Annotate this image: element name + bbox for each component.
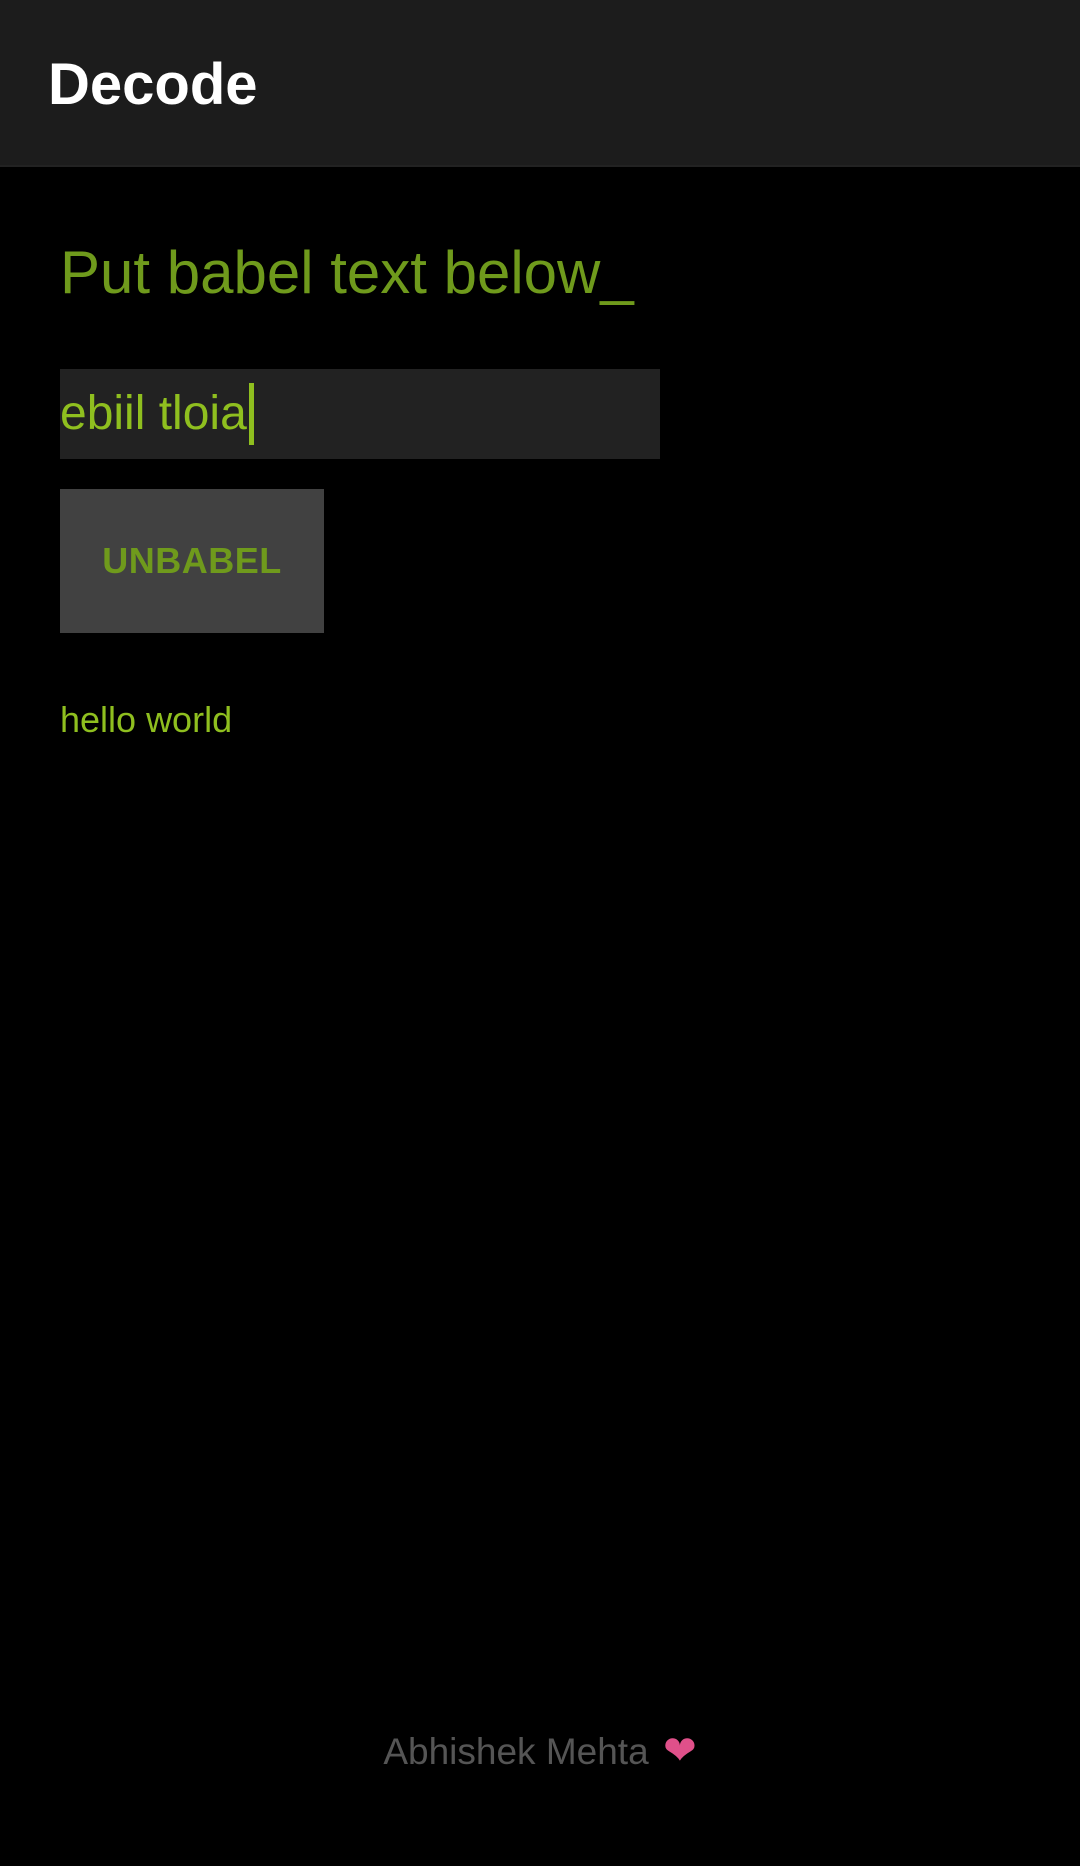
heart-icon: ❤ xyxy=(663,1728,697,1774)
instruction-heading: Put babel text below_ xyxy=(60,239,634,306)
app-title: Decode xyxy=(48,52,258,117)
text-cursor xyxy=(248,383,254,445)
decoded-output-text: hello world xyxy=(60,699,233,740)
babel-text-input[interactable]: ebiil tloia xyxy=(60,369,660,459)
app-bar: Decode xyxy=(0,0,1080,167)
babel-input-value[interactable]: ebiil tloia xyxy=(60,384,247,444)
unbabel-button-label: UNBABEL xyxy=(102,540,282,581)
author-name: Abhishek Mehta xyxy=(383,1731,649,1772)
unbabel-button[interactable]: UNBABEL xyxy=(60,489,324,633)
footer-credit: Abhishek Mehta ❤ xyxy=(0,1728,1080,1775)
app-screen: Decode Put babel text below_ ebiil tloia… xyxy=(0,0,1080,1866)
